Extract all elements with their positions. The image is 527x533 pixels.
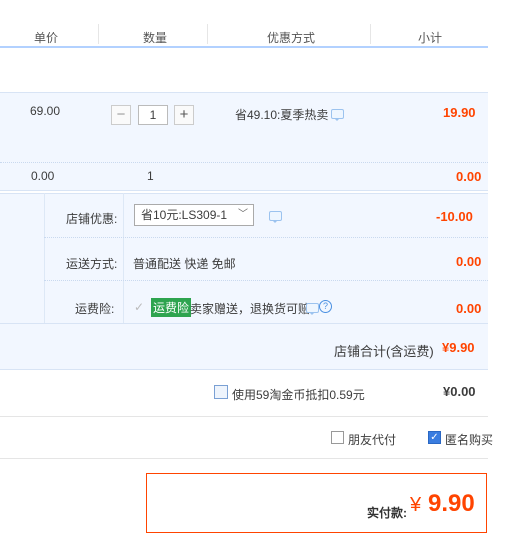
coins-checkbox[interactable] — [214, 385, 228, 399]
anonymous-label[interactable]: 匿名购买 — [445, 431, 493, 448]
divider — [0, 416, 488, 417]
shop-discount-select[interactable]: 省10元:LS309-1 ﹀ — [134, 204, 254, 226]
summary-amount: 9.90 — [428, 490, 475, 517]
insurance-badge: 运费险 — [151, 298, 192, 317]
shop-discount-value: 省10元:LS309-1 — [141, 208, 228, 222]
chevron-down-icon: ﹀ — [238, 209, 248, 220]
shipping-value: 普通配送 快递 免邮 — [133, 257, 236, 271]
friend-pay-label[interactable]: 朋友代付 — [348, 431, 396, 448]
item1-promo: 省49.10:夏季热卖 — [235, 108, 329, 122]
column-header: 单价 数量 优惠方式 小计 — [0, 24, 488, 48]
header-divider — [370, 24, 371, 44]
summary-currency: ¥ — [410, 494, 422, 516]
divider — [0, 193, 488, 194]
chat-icon[interactable] — [306, 303, 319, 315]
column-divider — [44, 193, 45, 323]
coins-amount: ¥0.00 — [443, 384, 476, 399]
header-divider — [207, 24, 208, 44]
summary-label: 实付款: — [367, 506, 407, 520]
friend-pay-checkbox[interactable] — [331, 431, 344, 444]
disabled-check-icon: ✓ — [134, 300, 145, 314]
item2-subtotal: 0.00 — [456, 169, 482, 184]
header-divider — [98, 24, 99, 44]
anonymous-checkbox[interactable]: ✓ — [428, 431, 441, 444]
shop-discount-label: 店铺优惠: — [66, 212, 118, 226]
shop-total-label: 店铺合计(含运费) — [334, 344, 434, 359]
insurance-amount: 0.00 — [456, 301, 482, 316]
insurance-label: 运费险: — [75, 302, 115, 316]
header-subtotal: 小计 — [418, 31, 443, 45]
header-quantity: 数量 — [143, 31, 168, 45]
chat-icon[interactable] — [331, 109, 344, 121]
header-unit-price: 单价 — [34, 31, 59, 45]
divider — [44, 280, 488, 282]
quantity-decrease-button[interactable]: − — [111, 105, 131, 125]
shipping-amount: 0.00 — [456, 254, 482, 269]
divider — [0, 92, 488, 93]
divider — [0, 162, 488, 164]
coins-label[interactable]: 使用59淘金币抵扣0.59元 — [232, 386, 365, 403]
item2-unit-price: 0.00 — [31, 169, 55, 183]
item2-quantity: 1 — [147, 169, 154, 183]
quantity-increase-button[interactable]: + — [174, 105, 194, 125]
divider — [0, 369, 488, 370]
divider — [44, 237, 488, 239]
divider — [0, 323, 488, 324]
item1-unit-price: 69.00 — [30, 104, 61, 118]
shop-total-amount: ¥9.90 — [442, 340, 475, 355]
insurance-text: 卖家赠送，退换货可赔 — [190, 302, 311, 316]
summary-box: 实付款: ¥ 9.90 — [146, 473, 487, 533]
chat-icon[interactable] — [269, 211, 282, 223]
divider — [0, 458, 488, 459]
quantity-input[interactable]: 1 — [138, 105, 168, 125]
divider — [0, 190, 488, 191]
help-icon[interactable]: ? — [319, 300, 332, 313]
shipping-label: 运送方式: — [66, 257, 118, 271]
shop-discount-amount: -10.00 — [436, 209, 473, 224]
header-discount: 优惠方式 — [267, 31, 316, 45]
item1-subtotal: 19.90 — [443, 105, 476, 120]
column-divider — [123, 193, 124, 323]
